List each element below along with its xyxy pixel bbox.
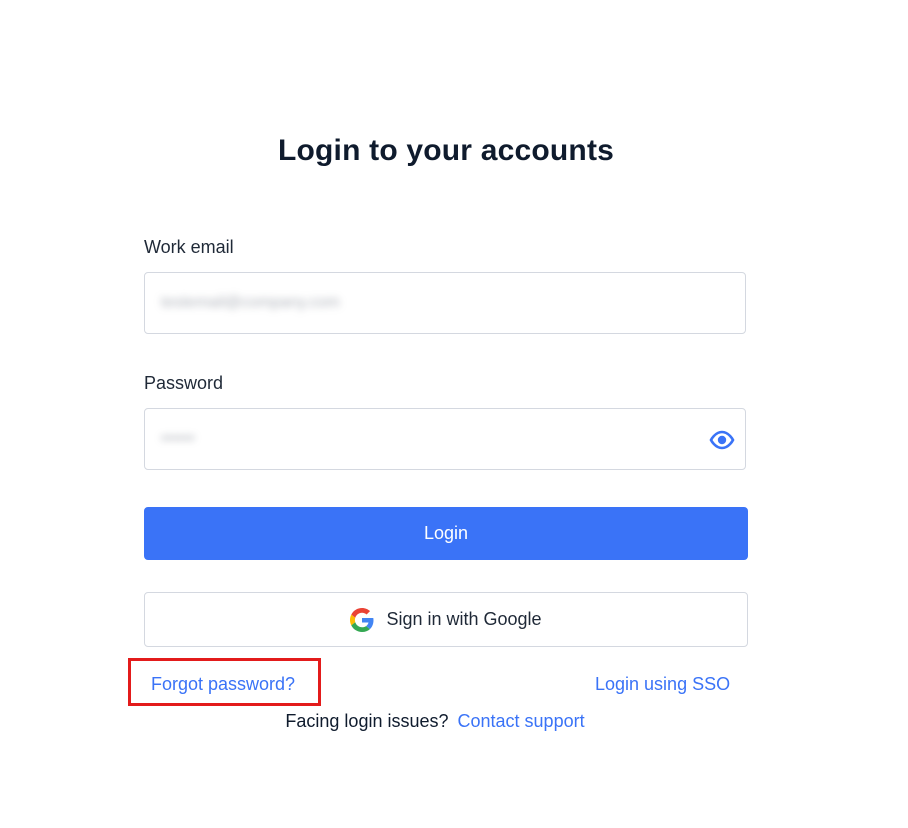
sso-login-link[interactable]: Login using SSO — [595, 674, 730, 695]
page-title: Login to your accounts — [277, 134, 615, 167]
google-signin-button[interactable]: Sign in with Google — [144, 592, 748, 647]
email-label: Work email — [144, 237, 234, 257]
password-value: •••••• — [161, 430, 195, 447]
email-value: testemail@company.com — [161, 294, 340, 311]
google-icon — [350, 607, 374, 632]
login-issues-row: Facing login issues? Contact support — [0, 711, 870, 732]
login-button[interactable]: Login — [144, 507, 748, 560]
password-label: Password — [144, 373, 224, 393]
eye-icon[interactable] — [709, 430, 735, 450]
google-button-label: Sign in with Google — [386, 609, 542, 629]
email-field[interactable]: testemail@company.com — [144, 272, 746, 334]
contact-support-link[interactable]: Contact support — [458, 711, 585, 731]
forgot-password-link[interactable]: Forgot password? — [151, 674, 295, 695]
login-issues-text: Facing login issues? — [285, 711, 449, 731]
password-field[interactable]: •••••• — [144, 408, 746, 470]
